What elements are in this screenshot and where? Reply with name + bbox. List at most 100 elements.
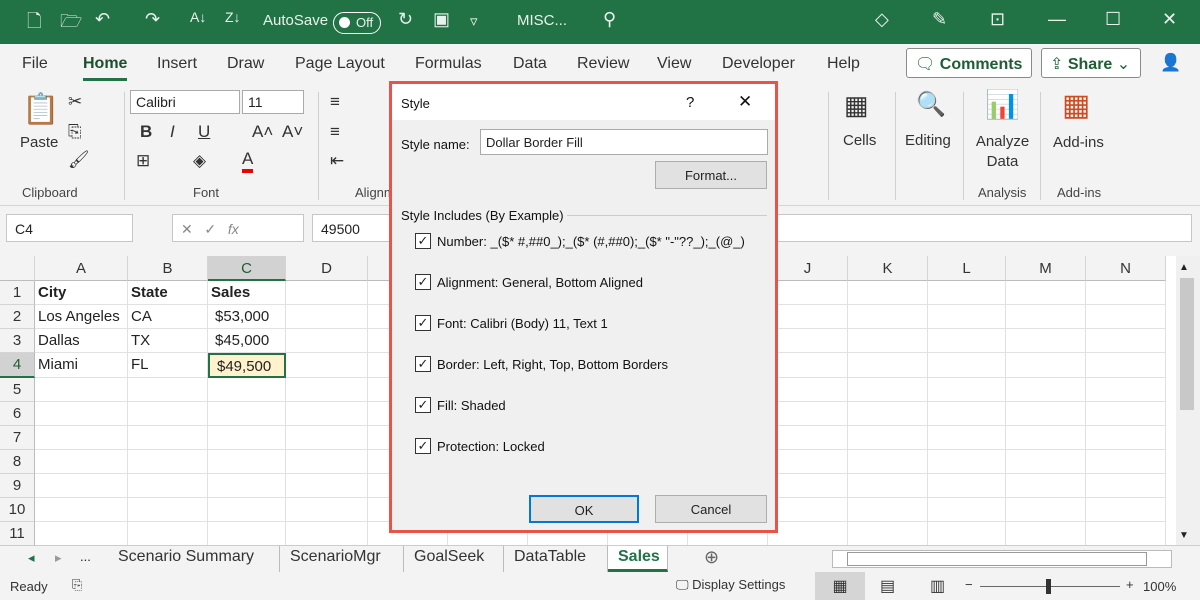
format-button[interactable]: Format... [655,161,767,189]
autosave-toggle[interactable]: Off [333,12,381,34]
cell[interactable] [1006,281,1086,305]
row-header[interactable]: 3 [0,329,35,353]
cell[interactable] [286,498,368,522]
tab-view[interactable]: View [657,55,691,73]
column-header[interactable]: N [1086,256,1166,281]
cell[interactable] [128,474,208,498]
cell[interactable] [128,498,208,522]
addins-icon[interactable]: ▦ [1062,88,1090,123]
more-sheets[interactable]: ... [80,549,91,564]
ok-button[interactable]: OK [529,495,639,523]
cell[interactable] [928,498,1006,522]
tab-insert[interactable]: Insert [157,55,197,73]
paste-button[interactable]: Paste [20,134,58,151]
cell-C2[interactable]: $53,000 [208,305,286,329]
cell[interactable] [848,305,928,329]
cell-B4[interactable]: FL [128,353,208,378]
editing-search-icon[interactable]: 🔍 [916,90,946,119]
cell-C3[interactable]: $45,000 [208,329,286,353]
style-name-input[interactable]: Dollar Border Fill [480,129,768,155]
cell[interactable] [848,353,928,378]
row-header[interactable]: 11 [0,522,35,546]
zoom-in-icon[interactable]: + [1126,577,1134,592]
editing-button[interactable]: Editing [905,132,951,149]
row-header[interactable]: 6 [0,402,35,426]
close-icon[interactable]: ✕ [1162,9,1177,30]
cell[interactable] [768,305,848,329]
cell[interactable] [1006,305,1086,329]
row-header[interactable]: 7 [0,426,35,450]
cell-A2[interactable]: Los Angeles [35,305,128,329]
add-sheet-icon[interactable]: ⊕ [704,547,719,568]
cell[interactable] [128,522,208,546]
italic-button[interactable]: I [170,122,175,142]
cell-B3[interactable]: TX [128,329,208,353]
help-button[interactable]: ? [686,94,694,111]
addins-button[interactable]: Add-ins [1053,134,1104,151]
column-header[interactable]: D [286,256,368,281]
include-checkbox[interactable]: ✓ [415,274,431,290]
sort-descending-icon[interactable]: Z↓ [225,9,241,25]
customize-toolbar-icon[interactable]: ▿ [470,12,478,30]
cell[interactable] [1006,402,1086,426]
page-break-view-icon[interactable]: ▥ [930,576,945,596]
cell[interactable] [1006,329,1086,353]
cancel-button[interactable]: Cancel [655,495,767,523]
cell[interactable] [848,522,928,546]
cell[interactable] [286,450,368,474]
row-header[interactable]: 8 [0,450,35,474]
dialog-close-icon[interactable]: ✕ [738,92,752,112]
column-header[interactable]: J [768,256,848,281]
redo-icon[interactable]: ↷ [145,9,160,30]
row-header[interactable]: 1 [0,281,35,305]
tab-page-layout[interactable]: Page Layout [295,55,385,73]
cell[interactable] [1086,305,1166,329]
sheet-tab[interactable]: ScenarioMgr [280,546,404,572]
align-left-icon[interactable]: ≡ [330,122,340,142]
cell[interactable] [768,402,848,426]
cell-C1[interactable]: Sales [208,281,286,305]
page-layout-view-icon[interactable]: ▤ [880,576,895,596]
vertical-scrollbar[interactable]: ▲ ▼ [1176,256,1200,546]
cell[interactable] [1086,450,1166,474]
cell[interactable] [286,378,368,402]
cell[interactable] [928,378,1006,402]
cell[interactable] [848,426,928,450]
tab-formulas[interactable]: Formulas [415,55,482,73]
cell-B2[interactable]: CA [128,305,208,329]
minimize-icon[interactable]: — [1048,9,1066,30]
borders-icon[interactable]: ⊞ [136,151,150,171]
cell[interactable] [208,402,286,426]
cell[interactable] [768,474,848,498]
cell-A3[interactable]: Dallas [35,329,128,353]
cell[interactable] [928,353,1006,378]
cell[interactable] [848,498,928,522]
cell[interactable] [1006,474,1086,498]
align-top-icon[interactable]: ≡ [330,92,340,112]
font-name-combo[interactable]: Calibri [130,90,240,114]
cells-button[interactable]: Cells [843,132,876,149]
prev-sheet-icon[interactable]: ◂ [28,550,35,566]
row-header[interactable]: 10 [0,498,35,522]
maximize-icon[interactable]: ☐ [1105,9,1121,30]
cell[interactable] [1086,329,1166,353]
cell[interactable] [286,474,368,498]
cell[interactable] [35,402,128,426]
cell[interactable] [286,281,368,305]
cell[interactable] [1006,450,1086,474]
cell[interactable] [208,522,286,546]
row-header[interactable]: 2 [0,305,35,329]
comments-button[interactable]: 🗨 Comments [906,48,1032,78]
share-button[interactable]: ⇪ Share ⌄ [1041,48,1141,78]
row-header[interactable]: 9 [0,474,35,498]
column-header[interactable]: K [848,256,928,281]
normal-view-icon[interactable]: ▦ [815,572,865,600]
cell[interactable] [35,450,128,474]
tab-draw[interactable]: Draw [227,55,264,73]
include-checkbox[interactable]: ✓ [415,233,431,249]
cell[interactable] [768,498,848,522]
cell[interactable] [928,522,1006,546]
next-sheet-icon[interactable]: ▸ [55,550,62,566]
cell[interactable] [286,522,368,546]
cell[interactable] [928,281,1006,305]
